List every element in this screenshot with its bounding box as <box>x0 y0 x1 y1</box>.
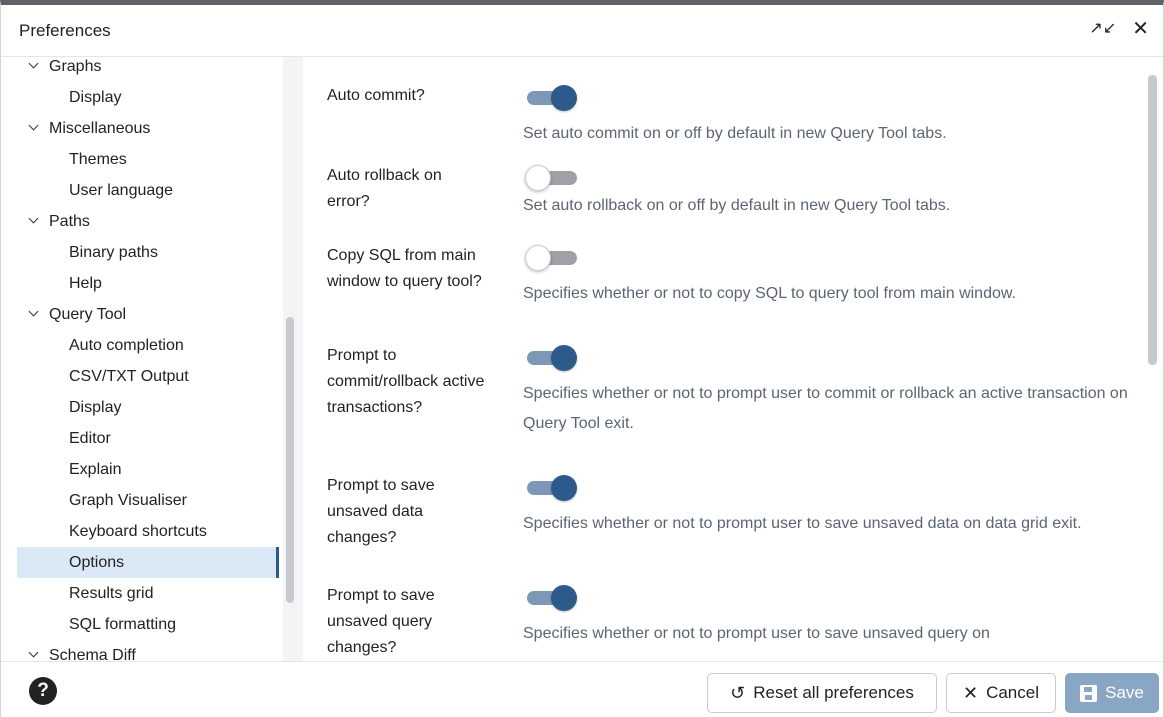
tree-item[interactable]: CSV/TXT Output <box>17 361 279 392</box>
tree-item-label: Paths <box>49 212 90 230</box>
tree-item-label: Editor <box>69 429 111 447</box>
tree-item-label: Display <box>69 398 122 416</box>
settings-panel: Auto commit? Set auto commit on or off by… <box>303 57 1145 661</box>
setting-label: Copy SQL from main window to query tool? <box>327 247 482 290</box>
toggle-switch[interactable] <box>525 243 579 273</box>
toggle-switch[interactable] <box>525 83 579 113</box>
tree-item-label: Binary paths <box>69 243 158 261</box>
tree-item[interactable]: Editor <box>17 423 279 454</box>
toggle-switch[interactable] <box>525 473 579 503</box>
close-icon: ✕ <box>962 683 979 703</box>
tree-group[interactable]: Graphs <box>17 57 279 82</box>
toggle-knob <box>525 165 551 191</box>
tree-item-label: Auto completion <box>69 336 184 354</box>
tree-group[interactable]: Schema Diff <box>17 640 279 662</box>
save-button[interactable]: Save <box>1065 673 1159 713</box>
title-actions: ↗↙ ✕ <box>1089 19 1149 39</box>
tree-group[interactable]: Miscellaneous <box>17 113 279 144</box>
tree-item-label: Query Tool <box>49 305 127 323</box>
tree-item[interactable]: Display <box>17 392 279 423</box>
cancel-button[interactable]: ✕ Cancel <box>946 673 1056 713</box>
tree-item-label: Graph Visualiser <box>69 491 187 509</box>
setting-help-text: Specifies whether or not to prompt user … <box>523 625 990 642</box>
reset-button-label: Reset all preferences <box>753 683 914 702</box>
tree-item[interactable]: Display <box>17 82 279 113</box>
tree-item-label: Help <box>69 274 102 292</box>
chevron-down-icon <box>29 122 39 132</box>
tree-item-label: Display <box>69 88 122 106</box>
tree-item-label: CSV/TXT Output <box>69 367 189 385</box>
preferences-tree: Graphs Display Miscellaneous Themes User lan… <box>17 57 301 661</box>
maximize-icon[interactable]: ↗↙ <box>1089 19 1116 39</box>
tree-item-label: Schema Diff <box>49 646 136 662</box>
tree-scrollbar[interactable] <box>286 317 294 603</box>
dialog-title: Preferences <box>19 20 111 40</box>
help-button[interactable]: ? <box>29 677 57 705</box>
chevron-down-icon <box>29 60 39 70</box>
chevron-down-icon <box>29 308 39 318</box>
title-bar: Preferences ↗↙ ✕ <box>1 5 1163 57</box>
settings-scrollbar[interactable] <box>1148 75 1157 365</box>
setting-label: Auto rollback on error? <box>327 167 442 210</box>
tree-group[interactable]: Paths <box>17 206 279 237</box>
setting-label: Prompt to save unsaved query changes? <box>327 587 435 656</box>
tree-item[interactable]: Themes <box>17 144 279 175</box>
tree-item-label: User language <box>69 181 174 199</box>
tree-item-label: Themes <box>69 150 127 168</box>
chevron-down-icon <box>29 649 39 659</box>
setting-label: Auto commit? <box>327 87 425 104</box>
tree-item[interactable]: User language <box>17 175 279 206</box>
setting-label: Prompt to save unsaved data changes? <box>327 477 435 546</box>
tree-group[interactable]: Query Tool <box>17 299 279 330</box>
tree-item[interactable]: Graph Visualiser <box>17 485 279 516</box>
reset-icon: ↺ <box>730 683 746 703</box>
dialog-footer: ? ↺ Reset all preferences ✕ Cancel Save <box>1 661 1163 717</box>
tree-item[interactable]: Binary paths <box>17 237 279 268</box>
tree-item[interactable]: SQL formatting <box>17 609 279 640</box>
setting-help-text: Set auto rollback on or off by default i… <box>523 197 951 214</box>
question-icon: ? <box>37 680 49 701</box>
tree-item-label: Miscellaneous <box>49 119 151 137</box>
setting-help-text: Set auto commit on or off by default in … <box>523 125 947 142</box>
chevron-down-icon <box>29 215 39 225</box>
setting-help-text: Specifies whether or not to prompt user … <box>523 385 1128 432</box>
tree-item[interactable]: Keyboard shortcuts <box>17 516 279 547</box>
floppy-disk-icon <box>1080 684 1098 702</box>
save-button-label: Save <box>1105 683 1144 702</box>
toggle-knob <box>551 585 577 611</box>
tree-item[interactable]: Auto completion <box>17 330 279 361</box>
toggle-knob <box>551 475 577 501</box>
tree-item[interactable]: Explain <box>17 454 279 485</box>
tree-item-label: Keyboard shortcuts <box>69 522 207 540</box>
setting-help-text: Specifies whether or not to prompt user … <box>523 515 1082 532</box>
tree-item-label: SQL formatting <box>69 615 177 633</box>
toggle-switch[interactable] <box>525 163 579 193</box>
reset-all-preferences-button[interactable]: ↺ Reset all preferences <box>707 673 937 713</box>
tree-item[interactable]: Help <box>17 268 279 299</box>
tree-item-label: Results grid <box>69 584 154 602</box>
setting-label: Prompt to commit/rollback active transac… <box>327 347 485 416</box>
toggle-knob <box>551 345 577 371</box>
tree-item-label: Explain <box>69 460 122 478</box>
toggle-switch[interactable] <box>525 583 579 613</box>
setting-help-text: Specifies whether or not to copy SQL to … <box>523 285 1016 302</box>
close-icon[interactable]: ✕ <box>1132 19 1149 39</box>
toggle-switch[interactable] <box>525 343 579 373</box>
tree-item[interactable]: Results grid <box>17 578 279 609</box>
tree-item[interactable]: Options <box>17 547 279 578</box>
toggle-knob <box>525 245 551 271</box>
tree-item-label: Graphs <box>49 57 102 75</box>
toggle-knob <box>551 85 577 111</box>
cancel-button-label: Cancel <box>986 683 1039 702</box>
tree-item-label: Options <box>69 553 125 571</box>
preferences-dialog: Preferences ↗↙ ✕ Graphs Display Miscellane… <box>0 0 1164 717</box>
